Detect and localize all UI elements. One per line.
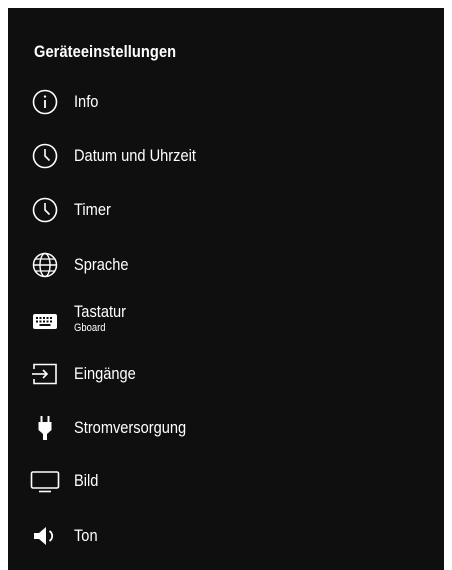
menu-item-timer[interactable]: Timer <box>8 186 444 234</box>
power-plug-icon <box>30 414 60 442</box>
menu-item-label: Bild <box>74 471 99 490</box>
menu-item-label: Ton <box>74 526 98 545</box>
page-title: Geräteeinstellungen <box>34 42 177 61</box>
info-icon <box>30 88 60 116</box>
menu-item-picture[interactable]: Bild <box>8 457 444 505</box>
menu-item-inputs[interactable]: Eingänge <box>8 350 444 398</box>
menu-item-sublabel: Gboard <box>74 322 106 334</box>
menu-item-language[interactable]: Sprache <box>8 241 444 289</box>
input-icon <box>30 360 60 388</box>
menu-item-label: Stromversorgung <box>74 418 187 437</box>
menu-item-date-time[interactable]: Datum und Uhrzeit <box>8 132 444 180</box>
clock-icon <box>30 196 60 224</box>
settings-panel: Geräteeinstellungen Info Datum und Uhrze… <box>8 8 444 570</box>
menu-item-label: Datum und Uhrzeit <box>74 146 196 165</box>
menu-item-label: Timer <box>74 200 111 219</box>
speaker-icon <box>30 522 60 550</box>
keyboard-icon <box>30 307 60 335</box>
globe-icon <box>30 251 60 279</box>
menu-item-keyboard[interactable]: Tastatur Gboard <box>8 297 444 345</box>
menu-item-label: Sprache <box>74 255 129 274</box>
menu-item-label: Eingänge <box>74 364 136 383</box>
display-icon <box>30 467 60 495</box>
menu-item-label: Tastatur <box>74 302 127 321</box>
menu-item-info[interactable]: Info <box>8 78 444 126</box>
clock-icon <box>30 142 60 170</box>
menu-item-sound[interactable]: Ton <box>8 512 444 560</box>
menu-item-label: Info <box>74 92 99 111</box>
menu-item-power[interactable]: Stromversorgung <box>8 404 444 452</box>
